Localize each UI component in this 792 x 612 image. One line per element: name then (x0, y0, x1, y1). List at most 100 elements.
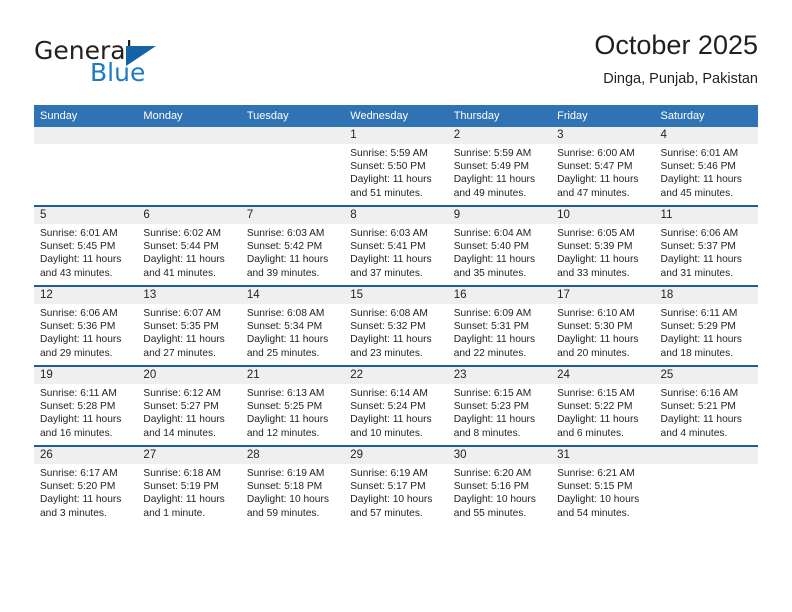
sunrise-text: Sunrise: 6:06 AM (40, 308, 118, 319)
calendar-week-row: 12 Sunrise: 6:06 AM Sunset: 5:36 PM Dayligh… (34, 285, 758, 366)
daylight-text-line2: and 54 minutes. (557, 507, 630, 519)
daylight-text-line2: and 12 minutes. (246, 427, 320, 439)
calendar-day-cell[interactable]: 22 Sunrise: 6:14 AM Sunset: 5:24 PM Dayligh… (344, 365, 448, 446)
day-number: 1 (344, 127, 448, 144)
calendar-day-cell[interactable]: 15 Sunrise: 6:08 AM Sunset: 5:32 PM Dayligh… (344, 285, 448, 366)
daylight-text-line2: and 37 minutes. (350, 267, 423, 279)
day-number: 15 (344, 287, 448, 304)
daylight-text-line1: Daylight: 11 hours (350, 254, 432, 266)
day-number: 20 (137, 367, 241, 384)
calendar-day-cell[interactable]: 29 Sunrise: 6:19 AM Sunset: 5:17 PM Dayligh… (344, 445, 448, 525)
daylight-text-line1: Daylight: 11 hours (557, 414, 639, 426)
daylight-text-line1: Daylight: 11 hours (350, 174, 432, 186)
calendar-header-row: Sunday Monday Tuesday Wednesday Thursday… (34, 105, 758, 127)
calendar-day-cell[interactable]: 16 Sunrise: 6:09 AM Sunset: 5:31 PM Dayligh… (447, 285, 552, 366)
sunset-text: Sunset: 5:46 PM (660, 161, 736, 173)
sunrise-text: Sunrise: 6:03 AM (246, 228, 325, 239)
sunrise-text: Sunrise: 6:05 AM (557, 228, 635, 239)
sunrise-text: Sunrise: 6:15 AM (557, 388, 635, 399)
day-number: 8 (344, 207, 448, 224)
calendar-day-cell[interactable]: 1 Sunrise: 5:59 AM Sunset: 5:50 PM Daylight… (344, 127, 448, 206)
calendar-table: Sunday Monday Tuesday Wednesday Thursday… (34, 105, 758, 525)
day-number: 11 (654, 207, 758, 224)
calendar-day-cell[interactable]: 12 Sunrise: 6:06 AM Sunset: 5:36 PM Dayligh… (34, 285, 138, 366)
day-details: Sunrise: 6:07 AM Sunset: 5:35 PM Daylight:… (137, 304, 240, 360)
calendar-day-cell[interactable]: 7 Sunrise: 6:03 AM Sunset: 5:42 PM Daylight… (240, 205, 345, 286)
weekday-header-saturday: Saturday (654, 105, 758, 127)
daylight-text-line2: and 16 minutes. (40, 427, 113, 439)
sunset-text: Sunset: 5:24 PM (350, 401, 426, 413)
calendar-day-cell[interactable]: 19 Sunrise: 6:11 AM Sunset: 5:28 PM Dayligh… (34, 365, 138, 446)
calendar-day-cell[interactable]: 28 Sunrise: 6:19 AM Sunset: 5:18 PM Dayligh… (240, 445, 345, 525)
daylight-text-line1: Daylight: 11 hours (453, 174, 536, 186)
sunrise-text: Sunrise: 6:16 AM (660, 388, 739, 399)
calendar-day-cell[interactable]: 9 Sunrise: 6:04 AM Sunset: 5:40 PM Daylight… (447, 205, 552, 286)
calendar-day-cell[interactable]: 23 Sunrise: 6:15 AM Sunset: 5:23 PM Dayligh… (447, 365, 552, 446)
day-details: Sunrise: 6:19 AM Sunset: 5:17 PM Daylight:… (344, 464, 447, 520)
sunset-text: Sunset: 5:47 PM (557, 161, 633, 173)
calendar-day-cell[interactable]: 18 Sunrise: 6:11 AM Sunset: 5:29 PM Dayligh… (654, 285, 758, 366)
calendar-day-cell[interactable]: 13 Sunrise: 6:07 AM Sunset: 5:35 PM Dayligh… (137, 285, 241, 366)
daylight-text-line2: and 51 minutes. (350, 187, 423, 199)
day-details: Sunrise: 6:01 AM Sunset: 5:45 PM Daylight:… (34, 224, 137, 280)
calendar-day-cell[interactable]: 14 Sunrise: 6:08 AM Sunset: 5:34 PM Dayligh… (240, 285, 345, 366)
sunset-text: Sunset: 5:20 PM (40, 481, 116, 493)
daylight-text-line2: and 3 minutes. (40, 507, 107, 519)
day-number: 19 (34, 367, 138, 384)
sunset-text: Sunset: 5:25 PM (246, 401, 323, 413)
calendar-day-cell[interactable]: 27 Sunrise: 6:18 AM Sunset: 5:19 PM Dayligh… (137, 445, 241, 525)
day-number: 30 (447, 447, 552, 464)
sunrise-text: Sunrise: 6:08 AM (246, 308, 325, 319)
sunset-text: Sunset: 5:32 PM (350, 321, 426, 333)
sunrise-text: Sunrise: 6:11 AM (660, 308, 738, 319)
sunset-text: Sunset: 5:40 PM (453, 241, 530, 253)
daylight-text-line1: Daylight: 11 hours (143, 254, 225, 266)
daylight-text-line1: Daylight: 11 hours (143, 494, 225, 506)
day-details: Sunrise: 5:59 AM Sunset: 5:50 PM Daylight:… (344, 144, 447, 200)
day-number: 9 (447, 207, 552, 224)
day-details: Sunrise: 6:03 AM Sunset: 5:41 PM Daylight:… (344, 224, 447, 280)
day-details: Sunrise: 6:11 AM Sunset: 5:28 PM Daylight:… (34, 384, 137, 440)
calendar-day-cell[interactable]: 24 Sunrise: 6:15 AM Sunset: 5:22 PM Dayligh… (551, 365, 655, 446)
calendar-day-cell[interactable]: 21 Sunrise: 6:13 AM Sunset: 5:25 PM Dayligh… (240, 365, 345, 446)
daylight-text-line1: Daylight: 11 hours (143, 414, 225, 426)
day-details: Sunrise: 6:19 AM Sunset: 5:18 PM Daylight:… (241, 464, 344, 520)
day-number: 14 (240, 287, 345, 304)
sunrise-text: Sunrise: 6:07 AM (143, 308, 222, 319)
sunset-text: Sunset: 5:28 PM (40, 401, 116, 413)
sunset-text: Sunset: 5:35 PM (143, 321, 219, 333)
daylight-text-line2: and 33 minutes. (557, 267, 630, 279)
calendar-day-cell[interactable]: 31 Sunrise: 6:21 AM Sunset: 5:15 PM Dayligh… (551, 445, 655, 525)
daylight-text-line2: and 25 minutes. (246, 347, 320, 359)
daylight-text-line2: and 57 minutes. (350, 507, 423, 519)
page-subtitle: Dinga, Punjab, Pakistan (603, 71, 758, 87)
sunset-text: Sunset: 5:15 PM (557, 481, 633, 493)
day-number: 24 (551, 367, 655, 384)
calendar-day-cell[interactable]: 30 Sunrise: 6:20 AM Sunset: 5:16 PM Dayligh… (447, 445, 552, 525)
sunrise-text: Sunrise: 6:19 AM (350, 468, 428, 479)
calendar-day-cell[interactable]: 2 Sunrise: 5:59 AM Sunset: 5:49 PM Daylight… (447, 127, 552, 206)
calendar-day-cell[interactable]: 25 Sunrise: 6:16 AM Sunset: 5:21 PM Dayligh… (654, 365, 758, 446)
general-blue-logo[interactable]: General Blue (34, 36, 234, 92)
sunrise-text: Sunrise: 6:00 AM (557, 148, 635, 159)
calendar-day-cell[interactable]: 5 Sunrise: 6:01 AM Sunset: 5:45 PM Daylight… (34, 205, 138, 286)
daylight-text-line1: Daylight: 11 hours (660, 414, 742, 426)
calendar-day-cell[interactable]: 11 Sunrise: 6:06 AM Sunset: 5:37 PM Dayligh… (654, 205, 758, 286)
calendar-day-cell[interactable]: 26 Sunrise: 6:17 AM Sunset: 5:20 PM Dayligh… (34, 445, 138, 525)
calendar-day-cell[interactable]: 3 Sunrise: 6:00 AM Sunset: 5:47 PM Daylight… (551, 127, 655, 206)
calendar-day-cell[interactable]: 8 Sunrise: 6:03 AM Sunset: 5:41 PM Daylight… (344, 205, 448, 286)
calendar-day-cell[interactable]: 10 Sunrise: 6:05 AM Sunset: 5:39 PM Dayligh… (551, 205, 655, 286)
calendar-day-cell[interactable]: 20 Sunrise: 6:12 AM Sunset: 5:27 PM Dayligh… (137, 365, 241, 446)
calendar-week-row: 26 Sunrise: 6:17 AM Sunset: 5:20 PM Dayligh… (34, 445, 758, 525)
calendar-day-cell[interactable]: 6 Sunrise: 6:02 AM Sunset: 5:44 PM Daylight… (137, 205, 241, 286)
sunset-text: Sunset: 5:50 PM (350, 161, 426, 173)
day-details: Sunrise: 6:11 AM Sunset: 5:29 PM Daylight:… (655, 304, 758, 360)
calendar-day-cell[interactable]: 17 Sunrise: 6:10 AM Sunset: 5:30 PM Dayligh… (551, 285, 655, 366)
calendar-day-cell[interactable]: 4 Sunrise: 6:01 AM Sunset: 5:46 PM Daylight… (654, 127, 758, 206)
day-number: 18 (654, 287, 758, 304)
calendar-week-row: 19 Sunrise: 6:11 AM Sunset: 5:28 PM Dayligh… (34, 365, 758, 446)
weekday-header-thursday: Thursday (447, 105, 552, 127)
day-number: 5 (34, 207, 138, 224)
day-number (654, 447, 758, 464)
daylight-text-line2: and 59 minutes. (246, 507, 320, 519)
